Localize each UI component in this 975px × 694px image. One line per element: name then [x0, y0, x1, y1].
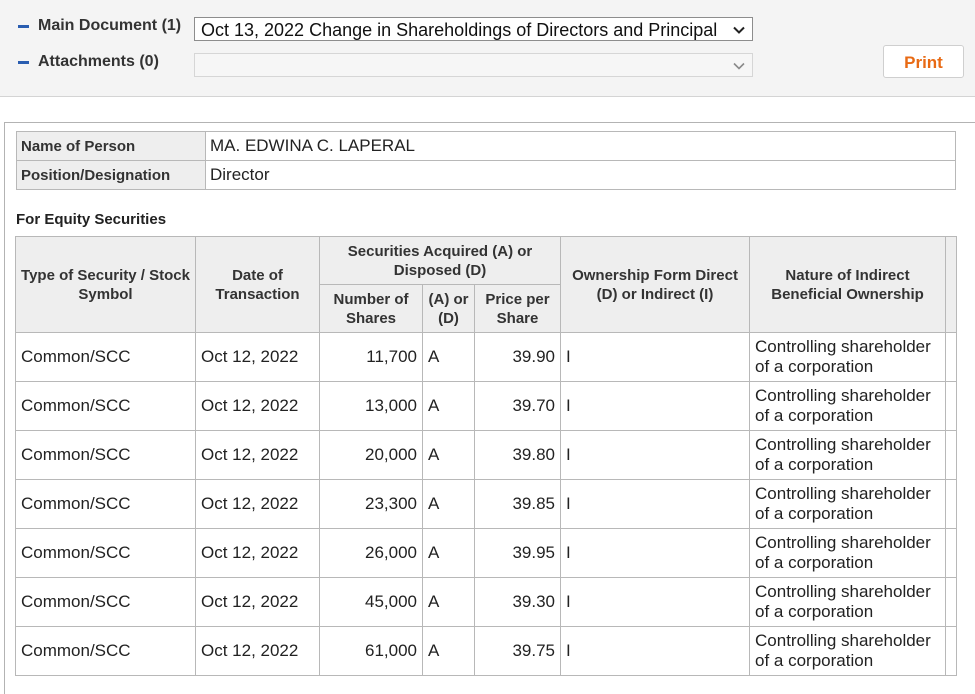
- cell-date: Oct 12, 2022: [195, 528, 320, 578]
- cell-spacer: [945, 528, 958, 578]
- cell-number: 23,300: [319, 479, 423, 529]
- cell-nature: Controlling shareholder of a corporation: [749, 528, 947, 578]
- cell-date: Oct 12, 2022: [195, 626, 320, 676]
- cell-number: 11,700: [319, 332, 423, 382]
- section-title: For Equity Securities: [16, 211, 167, 228]
- cell-ownership: I: [560, 381, 751, 431]
- cell-ownership: I: [560, 479, 751, 529]
- header-type: Type of Security / Stock Symbol: [15, 236, 196, 333]
- table-row: Name of Person MA. EDWINA C. LAPERAL: [16, 131, 956, 161]
- cell-type: Common/SCC: [15, 381, 196, 431]
- table-row: Common/SCC Oct 12, 2022 13,000 A 39.70 I…: [15, 381, 958, 431]
- header-ad: (A) or (D): [422, 284, 475, 333]
- cell-price: 39.90: [473, 332, 562, 382]
- attachments-toggle[interactable]: Attachments (0): [18, 53, 159, 71]
- table-row: Common/SCC Oct 12, 2022 26,000 A 39.95 I…: [15, 528, 958, 578]
- position-value: Director: [205, 160, 956, 190]
- cell-nature: Controlling shareholder of a corporation: [749, 577, 947, 627]
- cell-number: 20,000: [319, 430, 423, 480]
- table-row: Common/SCC Oct 12, 2022 20,000 A 39.80 I…: [15, 430, 958, 480]
- cell-ownership: I: [560, 430, 751, 480]
- cell-ad: A: [422, 626, 475, 676]
- cell-price: 39.85: [473, 479, 562, 529]
- header-spacer: [945, 236, 958, 333]
- cell-spacer: [945, 479, 958, 529]
- cell-ad: A: [422, 479, 475, 529]
- table-row: Common/SCC Oct 12, 2022 11,700 A 39.90 I…: [15, 332, 958, 382]
- cell-nature: Controlling shareholder of a corporation: [749, 626, 947, 676]
- table-row: Common/SCC Oct 12, 2022 23,300 A 39.85 I…: [15, 479, 958, 529]
- cell-nature: Controlling shareholder of a corporation: [749, 381, 947, 431]
- cell-price: 39.70: [473, 381, 562, 431]
- header-ownership: Ownership Form Direct (D) or Indirect (I…: [560, 236, 751, 333]
- cell-price: 39.95: [473, 528, 562, 578]
- table-row: Common/SCC Oct 12, 2022 61,000 A 39.75 I…: [15, 626, 958, 676]
- cell-ad: A: [422, 528, 475, 578]
- cell-price: 39.30: [473, 577, 562, 627]
- cell-date: Oct 12, 2022: [195, 577, 320, 627]
- cell-nature: Controlling shareholder of a corporation: [749, 430, 947, 480]
- cell-spacer: [945, 626, 958, 676]
- table-row: Position/Designation Director: [16, 160, 956, 190]
- cell-type: Common/SCC: [15, 626, 196, 676]
- main-document-label: Main Document (1): [38, 17, 182, 34]
- attachments-select[interactable]: [194, 53, 753, 77]
- cell-ad: A: [422, 430, 475, 480]
- header-nature: Nature of Indirect Beneficial Ownership: [749, 236, 947, 333]
- cell-ownership: I: [560, 332, 751, 382]
- equity-table: Type of Security / Stock Symbol Date of …: [15, 236, 958, 676]
- cell-number: 13,000: [319, 381, 423, 431]
- main-document-toggle[interactable]: Main Document (1): [18, 17, 181, 35]
- cell-ownership: I: [560, 577, 751, 627]
- cell-spacer: [945, 430, 958, 480]
- cell-nature: Controlling shareholder of a corporation: [749, 332, 947, 382]
- cell-spacer: [945, 332, 958, 382]
- cell-spacer: [945, 381, 958, 431]
- cell-spacer: [945, 577, 958, 627]
- header-acquired-disposed: Securities Acquired (A) or Disposed (D): [318, 236, 562, 285]
- cell-price: 39.80: [473, 430, 562, 480]
- header-date: Date of Transaction: [195, 236, 320, 333]
- main-document-select[interactable]: Oct 13, 2022 Change in Shareholdings of …: [194, 17, 753, 41]
- cell-type: Common/SCC: [15, 332, 196, 382]
- cell-type: Common/SCC: [15, 430, 196, 480]
- cell-number: 26,000: [319, 528, 423, 578]
- cell-ownership: I: [560, 528, 751, 578]
- cell-ad: A: [422, 381, 475, 431]
- cell-date: Oct 12, 2022: [195, 479, 320, 529]
- name-label: Name of Person: [16, 131, 206, 161]
- cell-date: Oct 12, 2022: [195, 381, 320, 431]
- collapse-icon: [18, 24, 29, 28]
- print-button[interactable]: Print: [883, 45, 964, 78]
- cell-type: Common/SCC: [15, 577, 196, 627]
- document-toolbar: Main Document (1) Oct 13, 2022 Change in…: [0, 0, 975, 97]
- cell-number: 61,000: [319, 626, 423, 676]
- attachments-label: Attachments (0): [38, 53, 159, 70]
- cell-price: 39.75: [473, 626, 562, 676]
- cell-ownership: I: [560, 626, 751, 676]
- cell-ad: A: [422, 332, 475, 382]
- main-document-value: Oct 13, 2022 Change in Shareholdings of …: [201, 20, 718, 40]
- chevron-down-icon: [733, 62, 745, 70]
- cell-nature: Controlling shareholder of a corporation: [749, 479, 947, 529]
- person-info-table: Name of Person MA. EDWINA C. LAPERAL Pos…: [16, 131, 956, 190]
- collapse-icon: [18, 60, 29, 64]
- cell-type: Common/SCC: [15, 528, 196, 578]
- cell-date: Oct 12, 2022: [195, 430, 320, 480]
- header-row: Type of Security / Stock Symbol Date of …: [15, 236, 958, 333]
- header-price: Price per Share: [473, 284, 562, 333]
- name-value: MA. EDWINA C. LAPERAL: [205, 131, 956, 161]
- table-row: Common/SCC Oct 12, 2022 45,000 A 39.30 I…: [15, 577, 958, 627]
- cell-number: 45,000: [319, 577, 423, 627]
- cell-ad: A: [422, 577, 475, 627]
- header-number: Number of Shares: [319, 284, 423, 333]
- position-label: Position/Designation: [16, 160, 206, 190]
- cell-type: Common/SCC: [15, 479, 196, 529]
- chevron-down-icon: [733, 26, 745, 34]
- cell-date: Oct 12, 2022: [195, 332, 320, 382]
